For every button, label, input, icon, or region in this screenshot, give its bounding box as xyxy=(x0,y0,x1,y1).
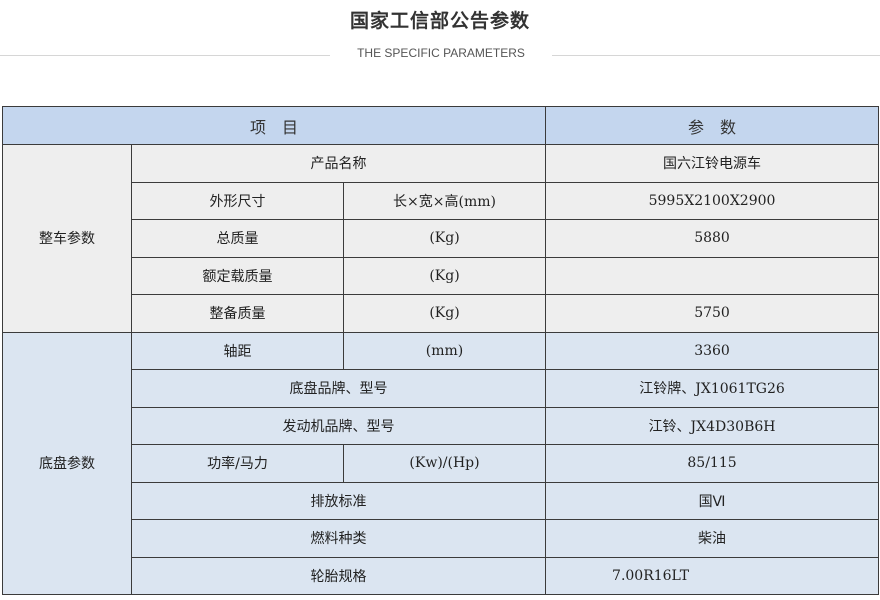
table-row: 总质量 (Kg) 5880 xyxy=(3,219,880,258)
table-row: 轮胎规格 7.00R16LT xyxy=(3,556,880,595)
row-unit: (Kg) xyxy=(342,256,547,295)
row-name: 外形尺寸 xyxy=(131,181,344,220)
row-value: 3360 xyxy=(545,331,880,370)
row-name: 总质量 xyxy=(131,219,344,258)
row-unit: (Kw)/(Hp) xyxy=(342,444,547,483)
row-unit: (Kg) xyxy=(342,219,547,258)
subtitle-bar: THE SPECIFIC PARAMETERS xyxy=(0,44,880,66)
parameters-table: 项 目 参 数 整车参数 产品名称 国六江铃电源车 外形尺寸 长×宽×高(mm)… xyxy=(1,106,880,595)
table-row: 功率/马力 (Kw)/(Hp) 85/115 xyxy=(3,444,880,483)
table-row: 燃料种类 柴油 xyxy=(3,519,880,558)
header-param: 参 数 xyxy=(545,106,880,145)
row-value xyxy=(545,256,880,295)
row-name: 排放标准 xyxy=(130,481,547,520)
row-value: 5880 xyxy=(545,219,880,258)
row-value: 5995X2100X2900 xyxy=(545,181,880,220)
group-label-chassis: 底盘参数 xyxy=(2,331,132,595)
row-name: 轴距 xyxy=(131,331,344,370)
row-unit: (mm) xyxy=(342,331,547,370)
row-name: 额定载质量 xyxy=(131,256,344,295)
page-title: 国家工信部公告参数 xyxy=(349,10,530,32)
table-row: 底盘参数 轴距 (mm) 3360 xyxy=(2,331,880,595)
row-value: 7.00R16LT xyxy=(545,556,880,595)
row-value: 85/115 xyxy=(545,444,880,483)
row-name: 整备质量 xyxy=(131,294,344,333)
row-unit: 长×宽×高(mm) xyxy=(342,181,547,220)
table-row: 额定载质量 (Kg) xyxy=(3,256,880,295)
row-name: 底盘品牌、型号 xyxy=(130,369,547,408)
row-name: 燃料种类 xyxy=(130,519,547,558)
row-value: 国六江铃电源车 xyxy=(545,144,880,183)
group-label-vehicle: 整车参数 xyxy=(2,144,132,333)
row-name: 产品名称 xyxy=(130,144,547,183)
table-row: 外形尺寸 长×宽×高(mm) 5995X2100X2900 xyxy=(3,181,880,220)
table-header-row: 项 目 参 数 xyxy=(1,106,880,145)
row-value: 国Ⅵ xyxy=(545,481,880,520)
row-value: 5750 xyxy=(545,294,880,333)
divider-right xyxy=(552,55,880,56)
table-row: 底盘品牌、型号 江铃牌、JX1061TG26 xyxy=(3,369,880,408)
table-row: 整备质量 (Kg) 5750 xyxy=(3,294,880,333)
page-subtitle: THE SPECIFIC PARAMETERS xyxy=(357,46,525,60)
row-name: 轮胎规格 xyxy=(130,556,547,595)
row-value: 江铃牌、JX1061TG26 xyxy=(545,369,880,408)
row-name: 发动机品牌、型号 xyxy=(130,406,547,445)
table-row: 整车参数 产品名称 国六江铃电源车 xyxy=(2,144,880,333)
table-row: 排放标准 国Ⅵ xyxy=(3,481,880,520)
row-name: 功率/马力 xyxy=(131,444,344,483)
row-value: 江铃、JX4D30B6H xyxy=(545,406,880,445)
table-row: 发动机品牌、型号 江铃、JX4D30B6H xyxy=(3,406,880,445)
row-unit: (Kg) xyxy=(342,294,547,333)
header-item: 项 目 xyxy=(1,106,547,145)
divider-left xyxy=(0,55,330,56)
row-value: 柴油 xyxy=(545,519,880,558)
